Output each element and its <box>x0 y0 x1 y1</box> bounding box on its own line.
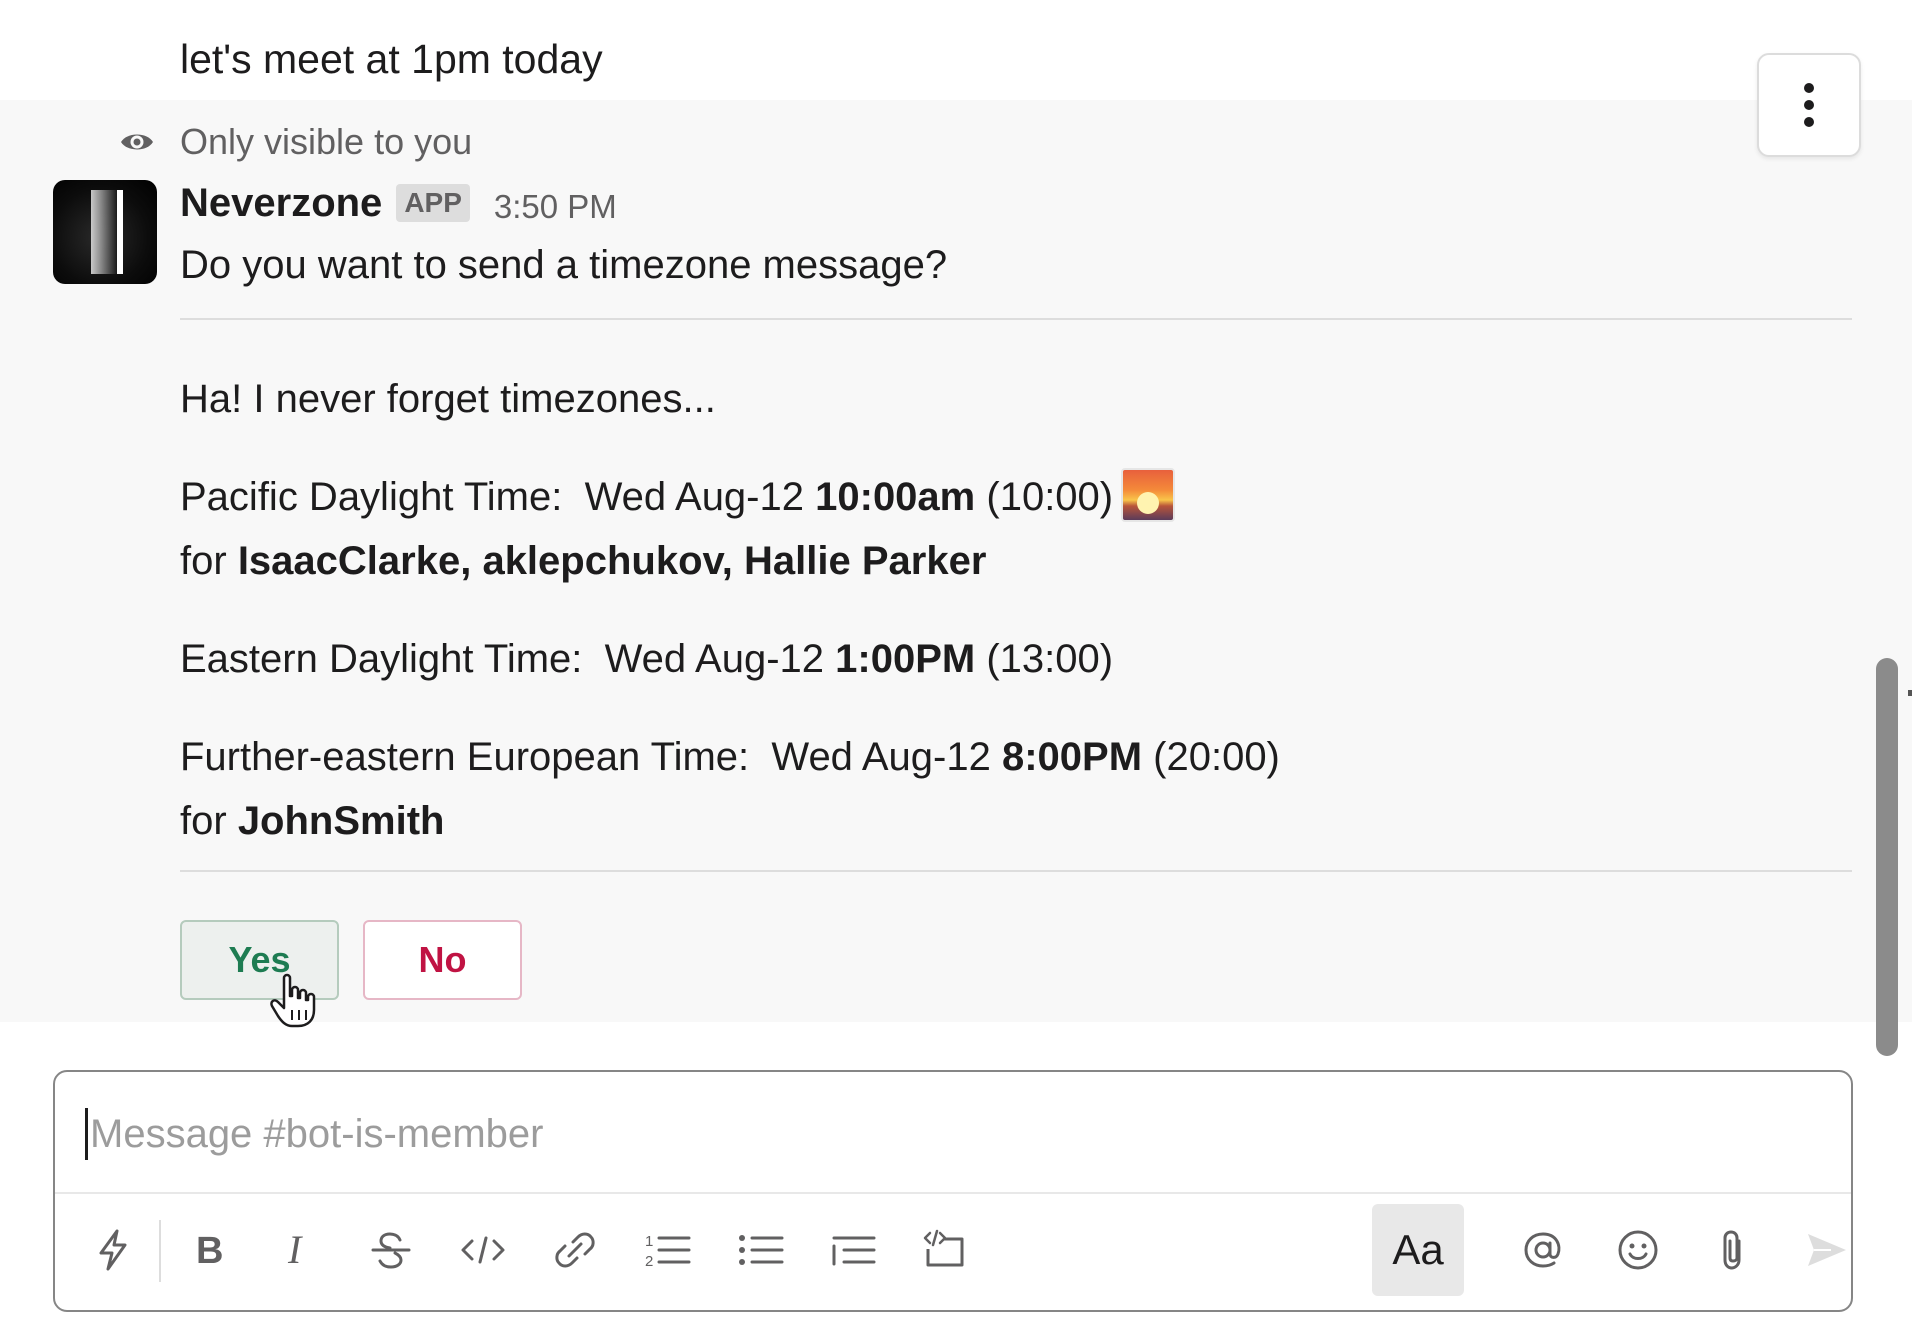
svg-text:2: 2 <box>645 1253 653 1270</box>
intro-text: Ha! I never forget timezones... <box>180 377 716 421</box>
avatar[interactable] <box>53 180 157 284</box>
message-header: Neverzone APP 3:50 PM <box>180 176 617 230</box>
shortcuts-icon[interactable] <box>81 1218 145 1282</box>
message-timestamp[interactable]: 3:50 PM <box>494 188 617 226</box>
timezone-name: Pacific Daylight Time: <box>180 475 563 519</box>
bulleted-list-icon[interactable] <box>729 1218 793 1282</box>
attach-icon[interactable] <box>1701 1218 1765 1282</box>
timezone-date: Wed Aug-12 <box>771 735 991 779</box>
app-badge: APP <box>396 184 470 222</box>
timezone-name: Eastern Daylight Time: <box>180 637 583 681</box>
ordered-list-icon[interactable]: 1 2 <box>635 1218 699 1282</box>
timezone-users: JohnSmith <box>237 799 445 843</box>
message-composer[interactable]: Message #bot-is-member B I 1 2 Aa <box>53 1070 1853 1312</box>
timezone-date: Wed Aug-12 <box>584 475 804 519</box>
svg-text:1: 1 <box>645 1233 653 1250</box>
bold-icon[interactable]: B <box>177 1218 241 1282</box>
eye-icon <box>118 123 156 161</box>
timezone-users-pacific: for IsaacClarke, aklepchukov, Hallie Par… <box>180 530 986 592</box>
message-input-placeholder: Message #bot-is-member <box>90 1112 544 1156</box>
timezone-line-pacific: Pacific Daylight Time: Wed Aug-12 10:00a… <box>180 466 1176 528</box>
timezone-users-european: for JohnSmith <box>180 790 444 852</box>
divider <box>180 870 1852 872</box>
ephemeral-notice-text: Only visible to you <box>180 121 473 162</box>
no-button[interactable]: No <box>363 920 522 1000</box>
message-input[interactable]: Message #bot-is-member <box>85 1104 544 1164</box>
divider <box>180 318 1852 320</box>
timezone-name: Further-eastern European Time: <box>180 735 750 779</box>
window-edge-marker <box>1908 690 1912 696</box>
toolbar-separator <box>159 1220 161 1282</box>
send-icon[interactable] <box>1795 1218 1859 1282</box>
timezone-line-european: Further-eastern European Time: Wed Aug-1… <box>180 726 1280 788</box>
code-icon[interactable] <box>451 1218 515 1282</box>
timezone-time: 1:00PM <box>835 637 976 681</box>
timezone-time-24h: (10:00) <box>986 475 1114 519</box>
more-actions-button[interactable] <box>1757 53 1861 157</box>
previous-message-text: let's meet at 1pm today <box>180 36 603 82</box>
composer-toolbar: B I 1 2 Aa <box>55 1194 1851 1310</box>
italic-icon[interactable]: I <box>265 1218 329 1282</box>
sender-name[interactable]: Neverzone <box>180 181 382 226</box>
strikethrough-icon[interactable] <box>359 1218 423 1282</box>
ephemeral-notice: Only visible to you <box>118 118 472 166</box>
timezone-users: IsaacClarke, aklepchukov, Hallie Parker <box>237 539 987 583</box>
svg-text:I: I <box>287 1230 303 1270</box>
link-icon[interactable] <box>543 1218 607 1282</box>
message-question: Do you want to send a timezone message? <box>180 243 948 287</box>
blockquote-icon[interactable] <box>821 1218 885 1282</box>
scrollbar-thumb[interactable] <box>1876 658 1898 1056</box>
timezone-date: Wed Aug-12 <box>604 637 825 681</box>
mention-icon[interactable] <box>1511 1218 1575 1282</box>
timezone-time: 8:00PM <box>1001 735 1143 779</box>
for-label: for <box>180 799 227 843</box>
formatting-toggle-button[interactable]: Aa <box>1372 1204 1464 1296</box>
timezone-time-24h: (13:00) <box>986 637 1114 681</box>
timezone-time: 10:00am <box>815 475 976 519</box>
code-block-icon[interactable] <box>913 1218 977 1282</box>
for-label: for <box>180 539 227 583</box>
vertical-ellipsis-icon <box>1804 83 1814 127</box>
sunrise-icon <box>1121 468 1176 523</box>
timezone-line-eastern: Eastern Daylight Time: Wed Aug-12 1:00PM… <box>180 628 1113 690</box>
chat-view: let's meet at 1pm today Only visible to … <box>0 0 1912 1332</box>
svg-text:B: B <box>196 1230 223 1270</box>
timezone-time-24h: (20:00) <box>1153 735 1280 779</box>
text-caret <box>85 1108 88 1160</box>
emoji-icon[interactable] <box>1606 1218 1670 1282</box>
hand-cursor-icon <box>270 972 320 1028</box>
